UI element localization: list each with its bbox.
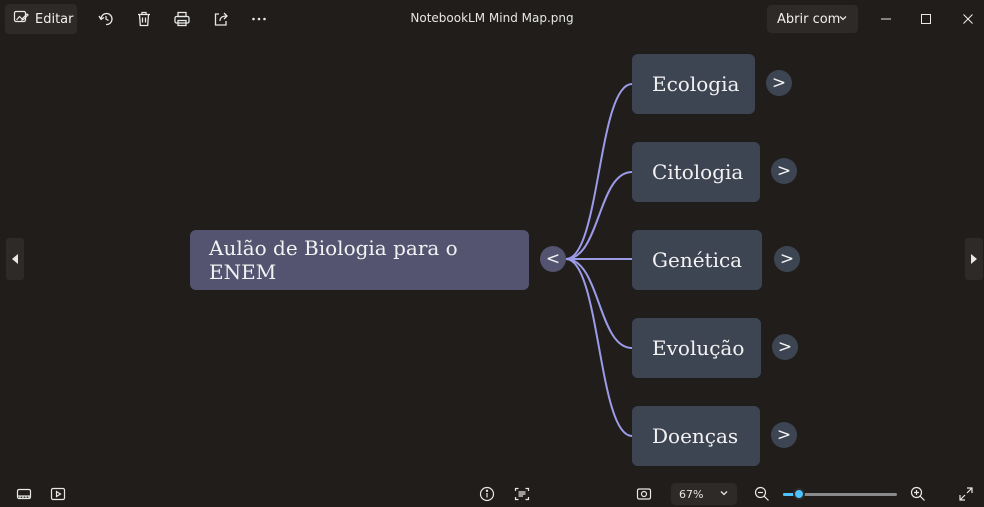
- mindmap-node-ecologia[interactable]: Ecologia: [632, 54, 755, 114]
- caret-left-icon: [10, 250, 20, 269]
- chevron-right-icon: >: [776, 425, 792, 445]
- node-label: Citologia: [652, 160, 744, 184]
- scan-text-icon[interactable]: [512, 484, 532, 504]
- zoom-out-icon[interactable]: [752, 484, 772, 504]
- collapse-button[interactable]: <: [540, 246, 566, 272]
- image-canvas: Aulão de Biologia para o ENEM < Ecologia…: [0, 38, 984, 480]
- bottom-toolbar: 67%: [0, 480, 984, 507]
- delete-icon[interactable]: [134, 9, 154, 29]
- node-label: Ecologia: [652, 72, 740, 96]
- expand-button-citologia[interactable]: >: [771, 158, 797, 184]
- zoom-level-value: 67%: [679, 487, 704, 501]
- chevron-down-icon: [719, 488, 729, 501]
- mindmap-node-genetica[interactable]: Genética: [632, 230, 762, 290]
- expand-button-doencas[interactable]: >: [771, 422, 797, 448]
- chevron-right-icon: >: [777, 337, 793, 357]
- share-icon[interactable]: [211, 9, 231, 29]
- chevron-down-icon: [838, 12, 848, 27]
- edit-button-label: Editar: [35, 11, 74, 27]
- connector-citologia: [565, 171, 633, 260]
- node-label: Doenças: [652, 424, 739, 448]
- next-image-button[interactable]: [965, 238, 983, 280]
- zoom-in-icon[interactable]: [908, 484, 928, 504]
- top-toolbar: Editar NotebookLM Mind Map.png Abrir com: [0, 0, 984, 38]
- mindmap-node-citologia[interactable]: Citologia: [632, 142, 760, 202]
- node-label: Evolução: [652, 336, 745, 360]
- expand-button-genetica[interactable]: >: [774, 246, 800, 272]
- close-icon[interactable]: [957, 8, 979, 30]
- mindmap-node-doencas[interactable]: Doenças: [632, 406, 760, 466]
- connector-ecologia: [565, 83, 633, 260]
- chevron-right-icon: >: [776, 161, 792, 181]
- root-node-label: Aulão de Biologia para o ENEM: [209, 236, 458, 284]
- connector-evolucao: [565, 258, 633, 349]
- filmstrip-icon[interactable]: [14, 484, 34, 504]
- slideshow-icon[interactable]: [48, 484, 68, 504]
- chevron-right-icon: >: [779, 249, 795, 269]
- previous-image-button[interactable]: [6, 238, 24, 280]
- chevron-left-icon: <: [545, 249, 561, 269]
- zoom-slider-thumb[interactable]: [793, 488, 805, 500]
- mindmap-root-node[interactable]: Aulão de Biologia para o ENEM: [190, 230, 529, 290]
- edit-button[interactable]: Editar: [5, 4, 77, 34]
- fullscreen-icon[interactable]: [956, 484, 976, 504]
- open-with-label: Abrir com: [777, 11, 841, 27]
- connector-doencas: [565, 258, 633, 437]
- expand-button-evolucao[interactable]: >: [772, 334, 798, 360]
- mindmap-node-evolucao[interactable]: Evolução: [632, 318, 761, 378]
- caret-right-icon: [969, 250, 979, 269]
- fit-to-window-icon[interactable]: [634, 484, 654, 504]
- expand-button-ecologia[interactable]: >: [766, 70, 792, 96]
- minimize-icon[interactable]: [875, 8, 897, 30]
- print-icon[interactable]: [172, 9, 192, 29]
- rotate-icon[interactable]: [96, 9, 116, 29]
- edit-image-icon: [13, 9, 29, 29]
- zoom-slider[interactable]: [783, 487, 897, 501]
- chevron-right-icon: >: [771, 73, 787, 93]
- zoom-level-dropdown[interactable]: 67%: [671, 483, 737, 505]
- node-label: Genética: [652, 248, 743, 272]
- open-with-button[interactable]: Abrir com: [767, 5, 858, 33]
- more-icon[interactable]: [249, 9, 269, 29]
- maximize-icon[interactable]: [915, 8, 937, 30]
- info-icon[interactable]: [477, 484, 497, 504]
